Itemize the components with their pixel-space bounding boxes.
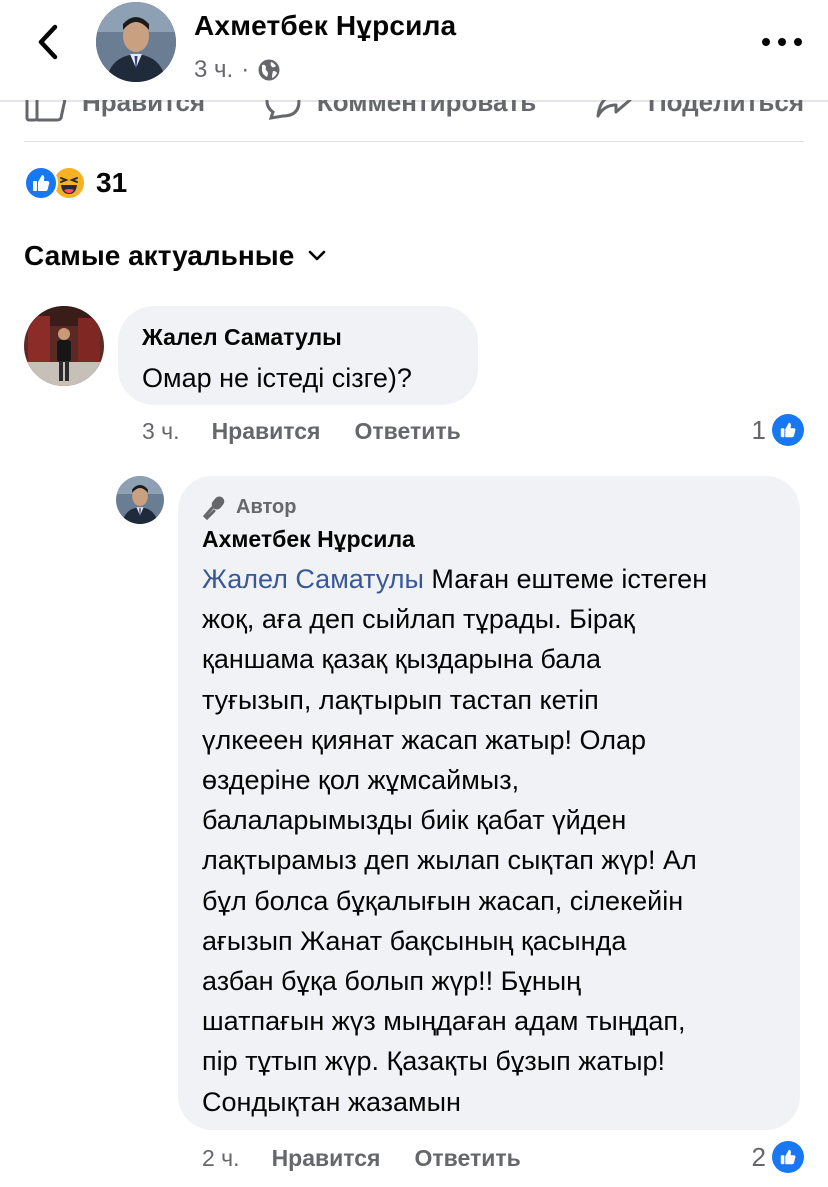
share-action-button[interactable]: Поделиться [594,100,804,122]
reply-text-line: туғызып, лақтырып тастап кетіп [202,684,599,715]
like-count-number: 1 [751,414,766,445]
like-action-button[interactable]: Нравится [24,100,205,122]
like-reaction-icon [772,1141,804,1173]
globe-icon [258,59,280,81]
mention-link[interactable]: Жалел Саматулы [202,564,424,594]
back-button[interactable] [28,22,68,62]
post-header: Ахметбек Нұрсила 3 ч. · [0,0,828,100]
reply-text-line: ағызып Жанат бақсының қасында [202,925,627,956]
share-action-label: Поделиться [647,100,804,117]
comment-reply-button[interactable]: Ответить [354,418,460,445]
reply-text-line: Сондықтан жазамын [202,1086,461,1117]
reply-text-line: шатпағын жүз мыңдаған адам тыңдап, [202,1006,686,1037]
comment-action-label: Комментировать [316,100,537,117]
author-badge: Автор [202,494,296,520]
post-action-bar: Нравится Комментировать Поделиться [24,100,804,142]
post-meta: 3 ч. · [194,56,281,84]
comment-bubble-icon [265,100,301,120]
like-reaction-icon [24,166,58,200]
comment-like-button[interactable]: Нравится [212,418,321,445]
like-action-label: Нравится [82,100,206,117]
reply-text-line: үлкееен қиянат жасап жатыр! Олар [202,724,647,755]
more-options-button[interactable] [762,30,802,54]
dot-icon [794,38,802,46]
chevron-left-icon [38,24,58,60]
reply-time[interactable]: 2 ч. [202,1145,240,1172]
reply-text: Жалел Саматулы Маған ештеме істеген жоқ,… [202,559,792,1122]
reply-like-button[interactable]: Нравится [272,1145,381,1172]
comment-like-count[interactable]: 1 [752,414,804,446]
comment-meta: 3 ч. Нравится Ответить [142,418,461,445]
avatar-photo [116,476,164,524]
comment-time[interactable]: 3 ч. [142,418,180,445]
sort-label: Самые актуальные [24,240,295,271]
meta-separator: · [241,56,250,83]
chevron-down-icon [308,250,326,261]
post-time[interactable]: 3 ч. [194,56,233,84]
comment-sort-dropdown[interactable]: Самые актуальные [24,240,326,272]
microphone-icon [202,496,225,520]
reply-author-name[interactable]: Ахметбек Нұрсила [202,526,415,553]
avatar-photo [96,2,176,82]
reply-text-line: қаншама қазақ қыздарына бала [202,644,601,675]
dot-icon [762,38,770,46]
comment-text: Омар не істеді сізге)? [142,363,412,393]
comment-action-button[interactable]: Комментировать [263,100,536,122]
reply-text-line: лақтырамыз деп жылап сықтап жүр! Ал [202,845,697,876]
reply-author-avatar[interactable] [116,476,164,524]
author-badge-label: Автор [236,495,297,518]
reply-text-line: азбан бұқа болып жүр!! Бұның [202,966,582,997]
dot-icon [778,38,786,46]
thumbs-up-outline-icon [25,100,67,122]
reply-like-count[interactable]: 2 [752,1141,804,1173]
like-reaction-icon [772,414,804,446]
reply-text-line: бұл болса бұқалығын жасап, сілекейін [202,885,684,916]
reply-text-line: пір тұтып жүр. Қазақты бұзып жатыр! [202,1046,666,1077]
commenter-avatar[interactable] [24,306,104,386]
reply-reply-button[interactable]: Ответить [414,1145,520,1172]
post-author-name[interactable]: Ахметбек Нұрсила [194,10,456,42]
comment-author-name[interactable]: Жалел Саматулы [142,324,342,351]
reply-text-line: жоқ, аға деп сыйлап тұрады. Бірақ [202,604,635,635]
reply-meta: 2 ч. Нравится Ответить [202,1145,521,1172]
reply-text-line: Маған ештеме істеген [423,564,708,594]
author-avatar[interactable] [96,2,176,82]
share-arrow-icon [596,100,632,118]
reply-text-line: өздеріне қол жұмсаймыз, [202,765,520,796]
like-count-number: 2 [751,1141,766,1172]
reaction-count: 31 [96,167,128,198]
reactions-summary[interactable]: 31 [24,166,127,200]
avatar-photo [24,306,104,386]
reply-text-line: балаларымызды биік қабат үйден [202,805,627,836]
